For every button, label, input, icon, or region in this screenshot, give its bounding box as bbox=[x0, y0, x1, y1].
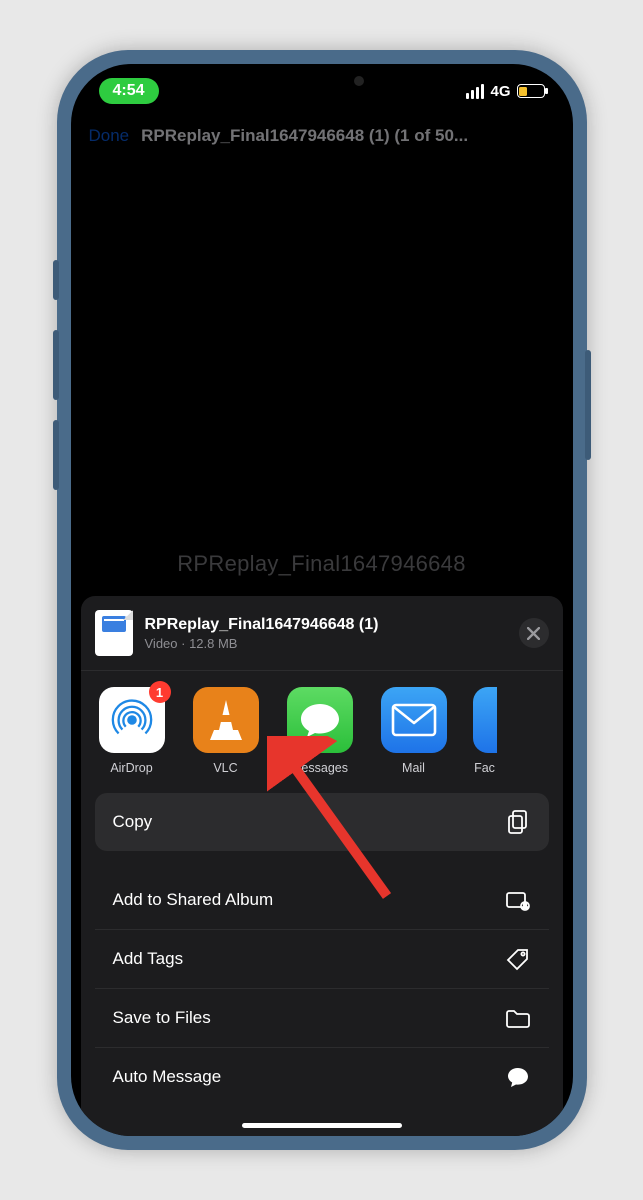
app-label: Messages bbox=[291, 761, 348, 775]
volume-down-button bbox=[53, 420, 59, 490]
network-label: 4G bbox=[490, 83, 510, 100]
share-app-messages[interactable]: Messages bbox=[283, 687, 357, 775]
app-label: Mail bbox=[402, 761, 425, 775]
badge: 1 bbox=[149, 681, 171, 703]
share-app-mail[interactable]: Mail bbox=[377, 687, 451, 775]
done-button[interactable]: Done bbox=[89, 126, 130, 146]
silence-switch bbox=[53, 260, 59, 300]
background-file-title: RPReplay_Final1647946648 bbox=[71, 551, 573, 577]
action-group-copy: Copy bbox=[95, 793, 549, 851]
nav-title: RPReplay_Final1647946648 (1) (1 of 50... bbox=[141, 126, 554, 146]
folder-icon bbox=[505, 1005, 531, 1031]
close-icon bbox=[527, 627, 540, 640]
action-label: Auto Message bbox=[113, 1067, 222, 1087]
close-button[interactable] bbox=[519, 618, 549, 648]
app-label: Fac bbox=[471, 761, 499, 775]
action-label: Copy bbox=[113, 812, 153, 832]
time-pill[interactable]: 4:54 bbox=[99, 78, 159, 104]
action-label: Save to Files bbox=[113, 1008, 211, 1028]
share-file-meta: Video · 12.8 MB bbox=[145, 636, 507, 651]
notch bbox=[242, 64, 402, 98]
volume-up-button bbox=[53, 330, 59, 400]
action-add-tags[interactable]: Add Tags bbox=[95, 929, 549, 988]
app-label: AirDrop bbox=[110, 761, 152, 775]
battery-icon bbox=[517, 84, 545, 98]
vlc-icon bbox=[193, 687, 259, 753]
share-app-airdrop[interactable]: 1 AirDrop bbox=[95, 687, 169, 775]
share-header: RPReplay_Final1647946648 (1) Video · 12.… bbox=[81, 596, 563, 670]
action-copy[interactable]: Copy bbox=[95, 793, 549, 851]
share-app-vlc[interactable]: VLC bbox=[189, 687, 263, 775]
nav-header: Done RPReplay_Final1647946648 (1) (1 of … bbox=[71, 118, 573, 160]
share-app-row[interactable]: 1 AirDrop VLC Messages bbox=[81, 671, 563, 793]
copy-icon bbox=[505, 809, 531, 835]
action-auto-message[interactable]: Auto Message bbox=[95, 1047, 549, 1106]
signal-icon bbox=[466, 84, 484, 99]
messages-icon bbox=[287, 687, 353, 753]
iphone-frame: 4:54 4G Done RPReplay_Final1647946648 (1… bbox=[57, 50, 587, 1150]
app-label: VLC bbox=[213, 761, 237, 775]
mail-icon bbox=[381, 687, 447, 753]
share-app-facetime[interactable]: Fac bbox=[471, 687, 499, 775]
screen: 4:54 4G Done RPReplay_Final1647946648 (1… bbox=[71, 64, 573, 1136]
action-label: Add to Shared Album bbox=[113, 890, 274, 910]
facetime-icon bbox=[473, 687, 497, 753]
action-list: Add to Shared Album Add Tags Save to Fil… bbox=[95, 871, 549, 1106]
action-add-shared-album[interactable]: Add to Shared Album bbox=[95, 871, 549, 929]
home-indicator[interactable] bbox=[242, 1123, 402, 1128]
file-thumb-icon bbox=[95, 610, 133, 656]
share-file-name: RPReplay_Final1647946648 (1) bbox=[145, 616, 507, 634]
tag-icon bbox=[505, 946, 531, 972]
action-save-to-files[interactable]: Save to Files bbox=[95, 988, 549, 1047]
shared-album-icon bbox=[505, 887, 531, 913]
power-button bbox=[585, 350, 591, 460]
airdrop-icon: 1 bbox=[99, 687, 165, 753]
message-icon bbox=[505, 1064, 531, 1090]
share-sheet[interactable]: RPReplay_Final1647946648 (1) Video · 12.… bbox=[81, 596, 563, 1136]
action-label: Add Tags bbox=[113, 949, 184, 969]
